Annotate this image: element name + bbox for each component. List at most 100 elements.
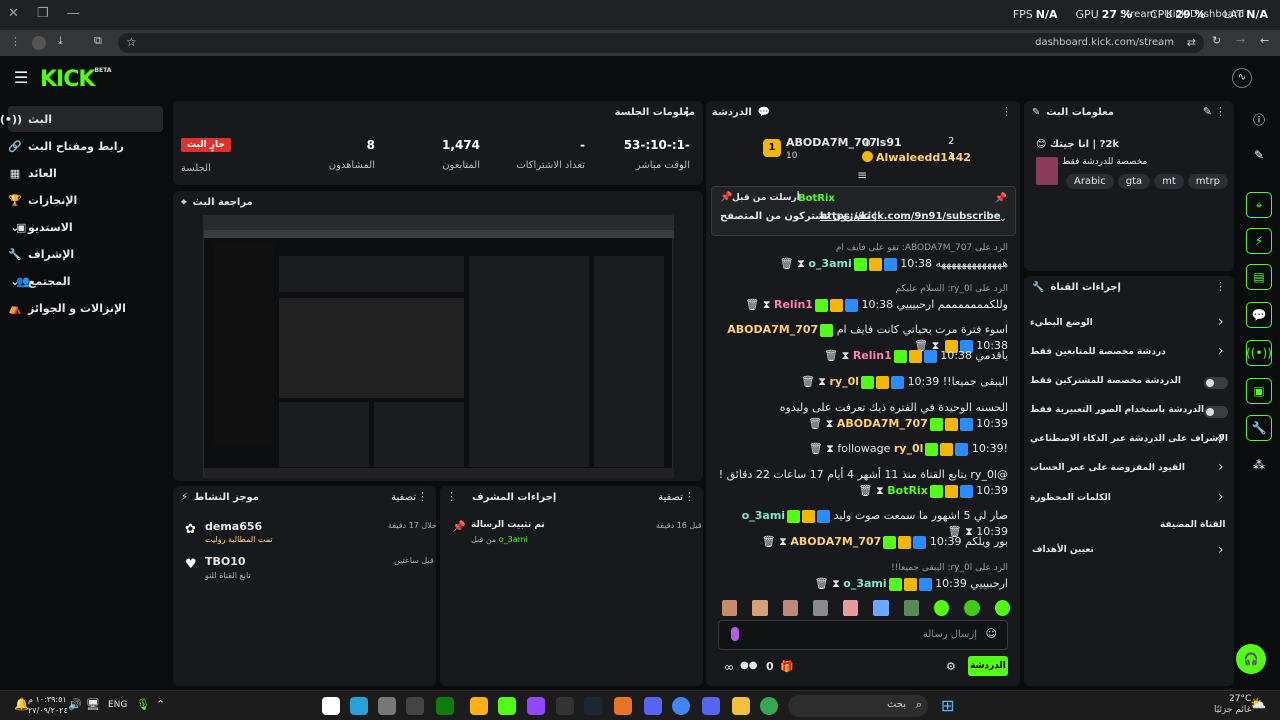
support-icon[interactable]: 🎧: [1236, 644, 1266, 674]
speaker-icon[interactable]: 🔊: [68, 698, 82, 711]
activity-user[interactable]: TBO10: [205, 555, 246, 568]
menu-dots-icon[interactable]: ⋮: [10, 35, 21, 48]
pin-icon[interactable]: 📌: [720, 192, 732, 203]
tag[interactable]: mt: [1154, 174, 1184, 189]
category-thumbnail[interactable]: [1036, 157, 1058, 185]
kick-app-icon[interactable]: [498, 697, 516, 715]
emote-icon[interactable]: [994, 600, 1010, 616]
pinned-message[interactable]: 📌 أرسلت من قبل BotRix تقدرون تشتركون من …: [711, 186, 1016, 236]
tag[interactable]: mtrp: [1187, 174, 1228, 189]
chat-message[interactable]: @ry_0l يتابع القناة منذ 11 أشهر 4 أيام 1…: [718, 467, 1008, 499]
restore-window-icon[interactable]: ❐: [37, 6, 49, 21]
chat-message[interactable]: الرد على ry_0l: اليبقى جميعا!! ارحبيييي o…: [718, 560, 1008, 592]
panel-menu-icon[interactable]: ⋮: [681, 105, 693, 119]
sidebar-item-stream-key[interactable]: رابط ومفتاح البث 🔗: [8, 133, 163, 159]
site-settings-icon[interactable]: ⇄: [1187, 36, 1196, 49]
timeout-icon[interactable]: ⧗: [832, 577, 840, 590]
timeout-icon[interactable]: ⧗: [842, 349, 850, 362]
sidebar-item-community[interactable]: 👥 المجتمع ⌄: [8, 268, 163, 294]
chat-message[interactable]: اليبقى جميعا!! ry_0l 10:39 ⧗ 🗑: [718, 374, 1008, 390]
message-user[interactable]: ABODA7M_707: [727, 323, 818, 336]
delete-icon[interactable]: 🗑: [780, 257, 794, 270]
message-user[interactable]: o_3ami: [843, 577, 886, 590]
reload-icon[interactable]: ↻: [1212, 34, 1221, 47]
chat-message[interactable]: !followage ry_0l 10:39 ⧗ 🗑: [718, 441, 1008, 457]
edit-icon[interactable]: ✎: [1246, 142, 1272, 168]
activity-user[interactable]: dema656: [205, 520, 262, 533]
notification-bell-icon[interactable]: 🔔: [14, 697, 29, 711]
emote-icon[interactable]: [722, 600, 738, 616]
filter-button[interactable]: تصفية: [391, 492, 416, 503]
language-indicator[interactable]: ENG: [108, 700, 127, 710]
message-user[interactable]: o_3ami: [808, 257, 851, 270]
tag[interactable]: Arabic: [1066, 174, 1114, 189]
channel-setting-row[interactable]: الإشراف على الدردشة عبر الذكاء الاصطناعي: [1030, 434, 1230, 444]
taskbar-search[interactable]: بحث ⌕: [788, 695, 928, 717]
gift-icon[interactable]: 🎁: [780, 660, 794, 673]
message-user[interactable]: ABODA7M_707: [837, 417, 928, 430]
omnibox[interactable]: ☆ dashboard.kick.com/stream ⇄: [118, 33, 1204, 53]
chat-message[interactable]: الرد على ABODA7M_707: تقو على فايف ام ههه…: [718, 240, 1008, 272]
leaderboard-user[interactable]: ls91: [876, 136, 902, 149]
message-user[interactable]: Relin1: [774, 298, 813, 311]
chat-icon[interactable]: 💬: [1246, 302, 1272, 328]
message-user[interactable]: o_3ami: [742, 509, 785, 522]
delete-icon[interactable]: 🗑: [745, 298, 759, 311]
lightning-icon[interactable]: ⚡: [1246, 228, 1272, 254]
channel-actions-menu-icon[interactable]: ⋮: [1215, 280, 1226, 293]
timeout-icon[interactable]: ⧗: [797, 257, 805, 270]
message-user[interactable]: ABODA7M_707: [790, 535, 881, 548]
telegram-icon[interactable]: [350, 697, 368, 715]
discord-icon[interactable]: [644, 697, 662, 715]
collapse-icon[interactable]: ≡: [857, 168, 867, 182]
chat-menu-icon[interactable]: ⋮: [1001, 105, 1012, 118]
url-text[interactable]: dashboard.kick.com/stream: [1035, 37, 1174, 48]
clock[interactable]: ١٠:٣٩:٥١ م ٢٧/٠٩/٢٠٢٤: [28, 694, 68, 716]
message-user[interactable]: ry_0l: [830, 375, 860, 388]
delete-icon[interactable]: 🗑: [808, 417, 822, 430]
minimize-window-icon[interactable]: —: [67, 6, 80, 21]
delete-icon[interactable]: 🗑: [809, 442, 823, 455]
close-window-icon[interactable]: ✕: [8, 6, 19, 21]
app-icon[interactable]: [378, 697, 396, 715]
chat-input[interactable]: إرسال رسالة ☺: [718, 620, 1008, 650]
delete-icon[interactable]: 🗑: [824, 349, 838, 362]
chrome-icon[interactable]: [672, 697, 690, 715]
delete-icon[interactable]: 🗑: [801, 375, 815, 388]
channel-setting-row[interactable]: الدردشة مخصصة للمشتركين فقط: [1030, 376, 1230, 386]
chevron-down-icon[interactable]: ⌄: [999, 213, 1007, 224]
back-icon[interactable]: ←: [1260, 34, 1269, 47]
emote-icon[interactable]: [812, 600, 829, 616]
broadcast-icon[interactable]: ((•)): [1246, 340, 1272, 366]
edit-icon[interactable]: ✎: [1203, 105, 1212, 118]
chat-settings-icon[interactable]: ⚙: [946, 660, 956, 673]
emote-icon[interactable]: [843, 600, 859, 616]
windows-start-icon[interactable]: ⊞: [941, 696, 954, 715]
timeout-icon[interactable]: ⧗: [826, 417, 834, 430]
hamburger-menu-icon[interactable]: ☰: [14, 68, 28, 87]
tray-chevron-icon[interactable]: ⌃: [156, 698, 165, 711]
sidebar-item-stream[interactable]: البث ((•)): [0, 106, 163, 132]
list-icon[interactable]: ▤: [1246, 264, 1272, 290]
chat-message[interactable]: بور ويلكم ABODA7M_707 10:39 ⧗ 🗑: [718, 534, 1008, 550]
info-icon[interactable]: ⓘ: [1246, 106, 1272, 132]
channel-setting-row[interactable]: الدردشة باستخدام الصور التعبيرية فقط: [1030, 405, 1230, 415]
user-menu-icon[interactable]: ∿: [1232, 68, 1252, 88]
stream-info-menu-icon[interactable]: ⋮: [1215, 105, 1226, 118]
profile-avatar[interactable]: [32, 36, 46, 50]
rockstar-icon[interactable]: [470, 697, 488, 715]
tag[interactable]: gta: [1117, 174, 1151, 189]
filter-menu-icon[interactable]: ⋮: [684, 490, 695, 503]
xbox-icon[interactable]: [436, 697, 454, 715]
app-icon[interactable]: [406, 697, 424, 715]
weather-widget[interactable]: 27°C غائم جزئيًا: [1214, 694, 1251, 716]
send-chat-button[interactable]: الدردشة: [968, 656, 1008, 676]
category-name[interactable]: مخصصة للدردشة فقط: [1062, 157, 1147, 167]
filter-button[interactable]: تصفية: [658, 492, 683, 503]
set-goals-label[interactable]: تعيين الأهداف: [1032, 545, 1094, 555]
app-icon[interactable]: [527, 697, 545, 715]
delete-icon[interactable]: 🗑: [815, 577, 829, 590]
timeout-icon[interactable]: ⧗: [826, 442, 834, 455]
steam-icon[interactable]: [584, 697, 602, 715]
pinned-link[interactable]: https://kick.com/9n91/subscribe: [820, 211, 1000, 222]
